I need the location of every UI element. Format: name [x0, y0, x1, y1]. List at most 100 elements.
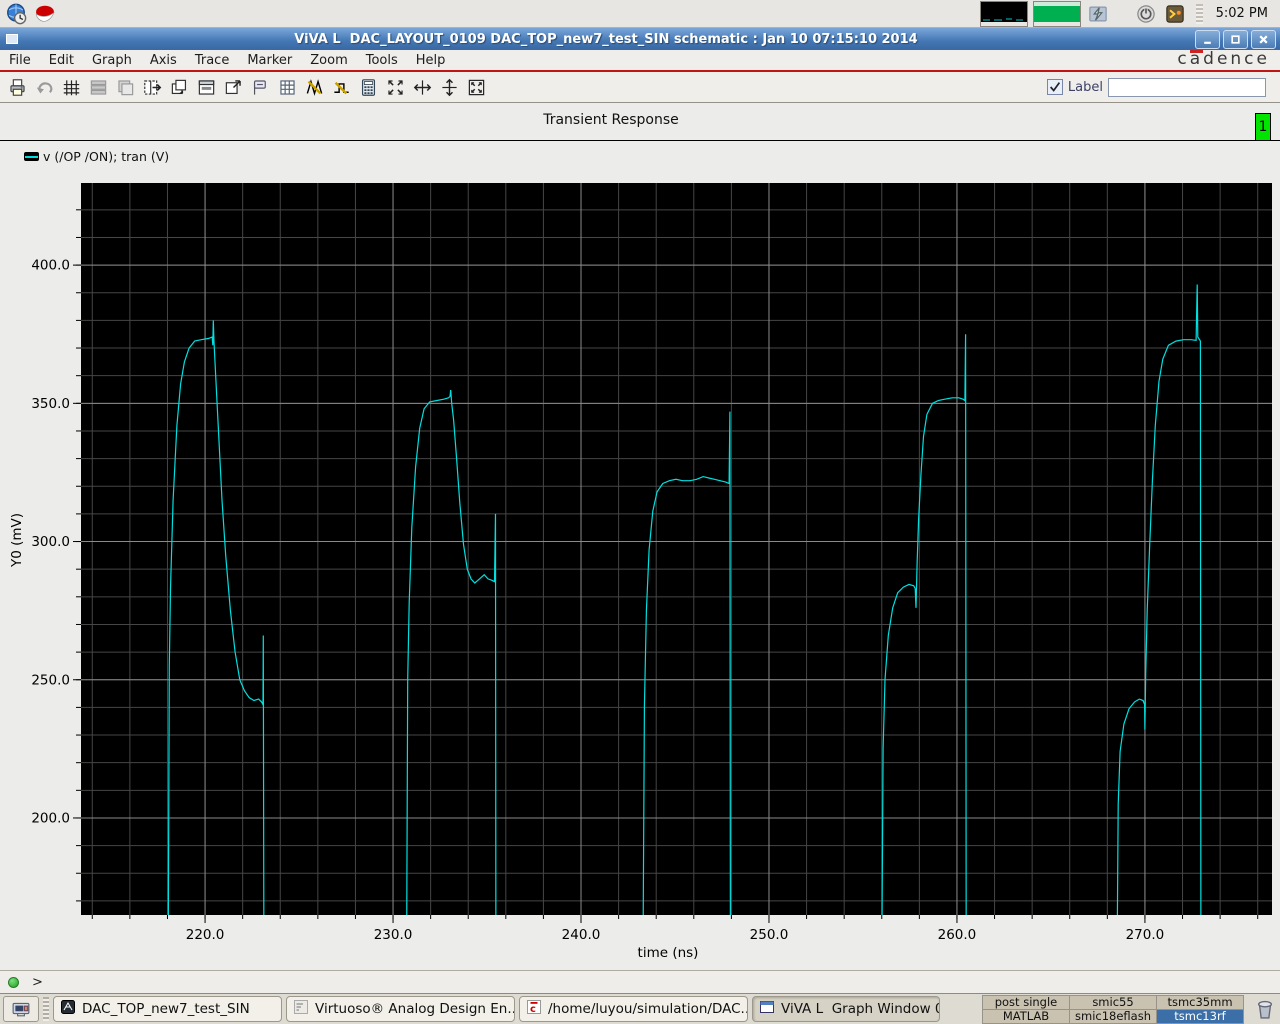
window-list-icon[interactable] [1086, 2, 1110, 26]
svg-text:240.0: 240.0 [562, 927, 601, 943]
graph-area: Transient Response 1 v (/OP /ON); tran (… [0, 103, 1280, 970]
window-menu-icon[interactable] [4, 31, 20, 47]
waveform-plot[interactable]: 220.0 230.0 240.0 250.0 260.0 270.0 400.0 350.0… [0, 183, 1280, 970]
marker-button[interactable] [247, 74, 273, 100]
workspace-matlab[interactable]: MATLAB [983, 1009, 1069, 1023]
grid-button[interactable] [58, 74, 84, 100]
graph-window-icon [759, 999, 775, 1019]
task-button[interactable]: Virtuoso® Analog Design En... [286, 996, 515, 1022]
schematic-icon [60, 999, 76, 1019]
svg-text:250.0: 250.0 [31, 672, 70, 688]
svg-text:230.0: 230.0 [374, 927, 413, 943]
printer-button[interactable] [4, 74, 30, 100]
menu-help[interactable]: Help [416, 53, 446, 68]
plot-title: Transient Response [543, 112, 679, 128]
wave-cut-button[interactable] [301, 74, 327, 100]
window-titlebar[interactable]: ViVA L DAC_LAYOUT_0109 DAC_TOP_new7_test… [0, 28, 1280, 50]
taskbar: DAC_TOP_new7_test_SIN Virtuoso® Analog De… [0, 993, 1280, 1024]
strips-button[interactable] [85, 74, 111, 100]
workspace-smic18eflash[interactable]: smic18eflash [1070, 1009, 1156, 1023]
task-button[interactable]: DAC_TOP_new7_test_SIN [53, 996, 282, 1022]
power-icon[interactable] [1134, 2, 1158, 26]
workspace-smic55[interactable]: smic55 [1070, 995, 1156, 1009]
menu-file[interactable]: File [9, 53, 31, 68]
terminal-icon[interactable] [1163, 2, 1187, 26]
menu-zoom[interactable]: Zoom [310, 53, 347, 68]
redhat-icon[interactable] [33, 2, 57, 26]
status-led-icon [8, 976, 19, 988]
svg-text:400.0: 400.0 [31, 258, 70, 274]
desktop-top-panel: 5:02 PM [0, 0, 1280, 28]
panel-launchers [4, 2, 57, 26]
y-axis-label: Y0 (mV) [9, 513, 25, 568]
panel-clock[interactable]: 5:02 PM [1216, 6, 1268, 21]
workspace-tsmc35mm[interactable]: tsmc35mm [1157, 995, 1243, 1009]
table-button[interactable] [274, 74, 300, 100]
task-button-label: ViVA L Graph Window 0 [781, 1001, 940, 1017]
globe-clock-icon[interactable] [4, 2, 28, 26]
close-button[interactable] [1251, 29, 1276, 49]
menu-axis[interactable]: Axis [150, 53, 177, 68]
menu-tools[interactable]: Tools [366, 53, 398, 68]
task-button-label: Virtuoso® Analog Design En... [315, 1001, 515, 1017]
minimize-button[interactable] [1195, 29, 1220, 49]
page-badge: 1 [1255, 113, 1271, 141]
workspace-tsmc13rf[interactable]: tsmc13rf [1157, 1009, 1243, 1023]
panel-applets: 5:02 PM [979, 0, 1276, 27]
toolbar: Label [0, 72, 1280, 103]
legend-swatch-icon [24, 152, 39, 161]
title-rule [0, 140, 1280, 141]
hbar-window-button[interactable] [193, 74, 219, 100]
calculator-button[interactable] [355, 74, 381, 100]
fit-x-button[interactable] [409, 74, 435, 100]
cadence-file-icon: c [526, 999, 542, 1019]
x-axis-label: time (ns) [638, 945, 699, 961]
legend[interactable]: v (/OP /ON); tran (V) [24, 149, 169, 164]
window-controls [1192, 29, 1276, 49]
svg-text:c: c [530, 1004, 536, 1015]
command-prompt[interactable]: > [32, 975, 43, 990]
trash-icon[interactable] [1253, 997, 1277, 1021]
menu-trace[interactable]: Trace [195, 53, 230, 68]
menu-graph[interactable]: Graph [92, 53, 132, 68]
layers-button[interactable] [112, 74, 138, 100]
wave-edit-button[interactable] [328, 74, 354, 100]
cadence-logo: cadence [1177, 49, 1270, 69]
svg-text:270.0: 270.0 [1126, 927, 1165, 943]
split-window-button[interactable] [139, 74, 165, 100]
system-monitor-applet[interactable] [979, 0, 1028, 27]
copy-window-button[interactable] [166, 74, 192, 100]
export-window-button[interactable] [220, 74, 246, 100]
svg-text:200.0: 200.0 [31, 810, 70, 826]
svg-text:350.0: 350.0 [31, 396, 70, 412]
taskbar-handle[interactable] [43, 997, 49, 1021]
legend-label: v (/OP /ON); tran (V) [43, 149, 170, 164]
label-input[interactable] [1108, 77, 1266, 97]
undo-button[interactable] [31, 74, 57, 100]
task-button[interactable]: ViVA L Graph Window 0 [752, 996, 940, 1022]
window-title: ViVA L DAC_LAYOUT_0109 DAC_TOP_new7_test… [294, 31, 918, 47]
menu-edit[interactable]: Edit [49, 53, 74, 68]
fit-y-button[interactable] [436, 74, 462, 100]
ade-icon [293, 999, 309, 1019]
memory-monitor-applet[interactable] [1032, 0, 1081, 27]
panel-handle[interactable] [1195, 3, 1203, 24]
menu-marker[interactable]: Marker [247, 53, 292, 68]
status-bar: > [0, 970, 1280, 993]
svg-text:250.0: 250.0 [750, 927, 789, 943]
show-desktop-button[interactable] [3, 996, 39, 1022]
svg-text:300.0: 300.0 [31, 534, 70, 550]
label-checkbox-label: Label [1067, 79, 1103, 95]
maximize-button[interactable] [1223, 29, 1248, 49]
task-button-label: DAC_TOP_new7_test_SIN [82, 1001, 250, 1017]
desktop: 5:02 PM ViVA L DAC_LAYOUT_0109 DAC_TOP_n… [0, 0, 1280, 1024]
label-checkbox[interactable] [1046, 79, 1063, 95]
fit-box-button[interactable] [463, 74, 489, 100]
task-button-label: /home/luyou/simulation/DAC... [548, 1001, 748, 1017]
workspace-post-single[interactable]: post single [983, 995, 1069, 1009]
task-button[interactable]: c/home/luyou/simulation/DAC... [519, 996, 748, 1022]
zoom-fit-button[interactable] [382, 74, 408, 100]
svg-text:220.0: 220.0 [186, 927, 225, 943]
svg-text:260.0: 260.0 [938, 927, 977, 943]
workspace-pager: post single smic55 tsmc35mm MATLAB smic18efl… [982, 994, 1244, 1024]
